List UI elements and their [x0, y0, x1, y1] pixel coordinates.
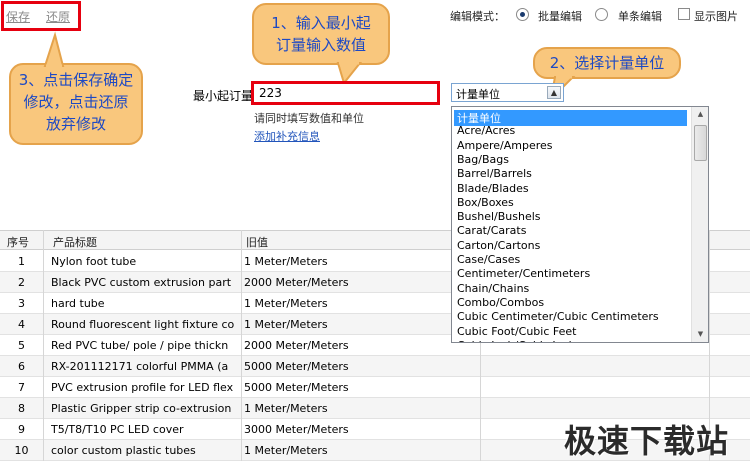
- cell-old-value: 2000 Meter/Meters: [244, 276, 349, 289]
- callout-step3-text: 3、点击保存确定修改，点击还原放弃修改: [18, 71, 134, 133]
- cell-no: 2: [18, 276, 25, 289]
- dropdown-option[interactable]: Case/Cases: [457, 253, 520, 266]
- callout-step2-text: 2、选择计量单位: [549, 54, 665, 72]
- dropdown-option[interactable]: Barrel/Barrels: [457, 167, 532, 180]
- cell-no: 5: [18, 339, 25, 352]
- cell-old-value: 1 Meter/Meters: [244, 297, 328, 310]
- cell-no: 4: [18, 318, 25, 331]
- dropdown-option[interactable]: Combo/Combos: [457, 296, 544, 309]
- cell-title: RX-201112171 colorful PMMA (a: [51, 360, 229, 373]
- show-image-label: 显示图片: [694, 10, 738, 23]
- cell-no: 7: [18, 381, 25, 394]
- dropdown-option[interactable]: Box/Boxes: [457, 196, 514, 209]
- cell-no: 8: [18, 402, 25, 415]
- dropdown-option[interactable]: Carton/Cartons: [457, 239, 540, 252]
- callout-step3: 3、点击保存确定修改，点击还原放弃修改: [9, 31, 143, 145]
- callout-step2: 2、选择计量单位: [533, 47, 681, 102]
- col-header-no: 序号: [7, 236, 29, 249]
- min-order-label: 最小起订量: [193, 89, 254, 103]
- single-edit-radio[interactable]: [595, 8, 608, 21]
- column-divider: [241, 230, 242, 461]
- cell-title: hard tube: [51, 297, 105, 310]
- cell-no: 9: [18, 423, 25, 436]
- single-edit-label: 单条编辑: [618, 10, 662, 23]
- callout-tail: [43, 31, 65, 68]
- dropdown-option[interactable]: Ampere/Amperes: [457, 139, 553, 152]
- hint-text: 请同时填写数值和单位: [254, 112, 364, 125]
- min-order-input[interactable]: [251, 81, 440, 105]
- unit-select[interactable]: 计量单位 ▲: [451, 83, 564, 102]
- col-header-old: 旧值: [246, 236, 268, 249]
- cell-old-value: 1 Meter/Meters: [244, 402, 328, 415]
- dropdown-option[interactable]: Centimeter/Centimeters: [457, 267, 590, 280]
- dropdown-option[interactable]: Cubic Foot/Cubic Feet: [457, 325, 576, 338]
- scrollbar[interactable]: ▲ ▼: [691, 107, 708, 342]
- unit-dropdown-list[interactable]: 计量单位 Acre/Acres Ampere/Amperes Bag/Bags Barr…: [451, 106, 709, 343]
- dropdown-option[interactable]: Cubic Centimeter/Cubic Centimeters: [457, 310, 659, 323]
- scroll-up-icon[interactable]: ▲: [693, 107, 708, 122]
- dropdown-option[interactable]: Carat/Carats: [457, 224, 526, 237]
- cell-no: 10: [14, 444, 29, 457]
- cell-old-value: 3000 Meter/Meters: [244, 423, 349, 436]
- cell-old-value: 1 Meter/Meters: [244, 255, 328, 268]
- cell-title: Round fluorescent light fixture co: [51, 318, 235, 331]
- cell-title: Red PVC tube/ pole / pipe thickn: [51, 339, 229, 352]
- table-row[interactable]: 7 PVC extrusion profile for LED flex 5000 …: [0, 377, 750, 398]
- scroll-thumb[interactable]: [694, 125, 707, 161]
- show-image-checkbox[interactable]: [678, 8, 690, 20]
- callout-step1-text: 1、输入最小起订量输入数值: [271, 14, 371, 54]
- dropdown-option[interactable]: Bushel/Bushels: [457, 210, 541, 223]
- scroll-down-icon[interactable]: ▼: [693, 327, 708, 342]
- cell-title: Plastic Gripper strip co-extrusion: [51, 402, 232, 415]
- dropdown-option[interactable]: Cubic Inch/Cubic Inches: [457, 339, 588, 342]
- cell-no: 3: [18, 297, 25, 310]
- unit-select-value: 计量单位: [456, 88, 500, 101]
- col-header-title: 产品标题: [53, 236, 97, 249]
- cell-title: Black PVC custom extrusion part: [51, 276, 232, 289]
- revert-button[interactable]: 还原: [46, 8, 70, 25]
- edit-mode-label: 编辑模式：: [450, 10, 505, 23]
- callout-step1: 1、输入最小起订量输入数值: [252, 3, 390, 86]
- column-divider: [43, 230, 44, 461]
- table-row[interactable]: 6 RX-201112171 colorful PMMA (a 5000 Meter…: [0, 356, 750, 377]
- batch-edit-radio[interactable]: [516, 8, 529, 21]
- cell-title: T5/T8/T10 PC LED cover: [51, 423, 184, 436]
- dropdown-option[interactable]: Acre/Acres: [457, 124, 515, 137]
- dropdown-option[interactable]: Blade/Blades: [457, 182, 529, 195]
- watermark: 极速下载站: [564, 422, 730, 460]
- cell-old-value: 5000 Meter/Meters: [244, 360, 349, 373]
- cell-title: PVC extrusion profile for LED flex: [51, 381, 234, 394]
- cell-title: Nylon foot tube: [51, 255, 137, 268]
- save-button[interactable]: 保存: [6, 8, 30, 25]
- add-info-link[interactable]: 添加补充信息: [254, 128, 320, 144]
- cell-old-value: 2000 Meter/Meters: [244, 339, 349, 352]
- dropdown-option[interactable]: Chain/Chains: [457, 282, 529, 295]
- cell-no: 1: [18, 255, 25, 268]
- cell-title: color custom plastic tubes: [51, 444, 196, 457]
- cell-old-value: 1 Meter/Meters: [244, 444, 328, 457]
- chevron-up-icon[interactable]: ▲: [547, 86, 561, 99]
- batch-edit-label: 批量编辑: [538, 10, 582, 23]
- dropdown-option[interactable]: Bag/Bags: [457, 153, 509, 166]
- cell-old-value: 5000 Meter/Meters: [244, 381, 349, 394]
- cell-no: 6: [18, 360, 25, 373]
- cell-old-value: 1 Meter/Meters: [244, 318, 328, 331]
